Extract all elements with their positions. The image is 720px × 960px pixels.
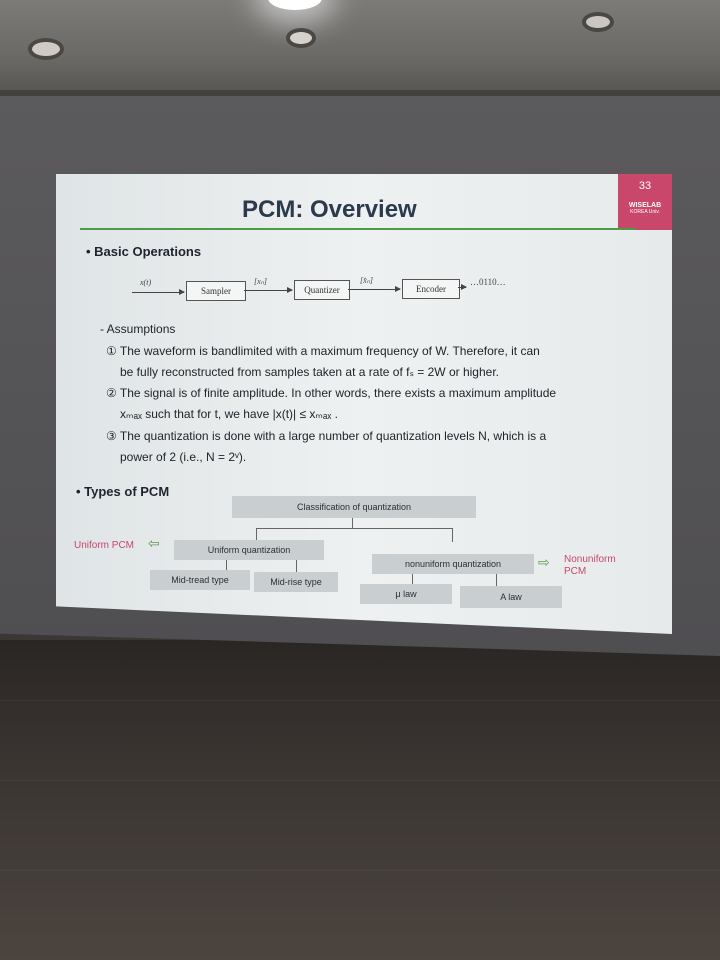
title-rule [80, 228, 636, 230]
output-bits-label: …0110… [470, 277, 506, 287]
arrow [244, 287, 293, 293]
floor [0, 640, 720, 960]
left-arrow-icon: ⇦ [148, 535, 160, 551]
arrow [132, 289, 185, 295]
slide-number: 33 [638, 180, 652, 192]
tree-line [496, 574, 497, 586]
tree-line [226, 560, 227, 570]
mid-rise-box: Mid-rise type [254, 572, 338, 592]
sampled-signal-label: [xₙ] [254, 277, 267, 286]
slide: 33 WISELAB KOREA Univ. PCM: Overview • B… [56, 174, 672, 634]
tree-line [452, 528, 453, 542]
right-arrow-icon: ⇨ [538, 554, 550, 570]
encoder-block: Encoder [402, 279, 460, 299]
tree-line [256, 528, 452, 529]
quantized-signal-label: [x̂ₙ] [360, 276, 373, 285]
types-of-pcm-heading: • Types of PCM [76, 484, 170, 499]
sampler-block: Sampler [186, 281, 246, 301]
assumption-line: be fully reconstructed from samples take… [120, 365, 499, 379]
uniform-pcm-label: Uniform PCM [74, 540, 135, 551]
assumption-line: ③ The quantization is done with a large … [106, 429, 547, 443]
lab-sub: KOREA Univ. [630, 209, 660, 215]
tree-line [296, 560, 297, 572]
uniform-quantization-box: Uniform quantization [174, 540, 324, 560]
assumption-line: ① The waveform is bandlimited with a max… [106, 344, 540, 358]
assumption-line: xₘₐₓ such that for t, we have |x(t)| ≤ x… [120, 407, 338, 421]
assumptions-heading: - Assumptions [100, 322, 176, 336]
lab-name: WISELAB [628, 202, 662, 209]
arrow [458, 284, 467, 290]
ceiling-light [28, 38, 64, 60]
ceiling-light [582, 12, 614, 32]
mid-tread-box: Mid-tread type [150, 570, 250, 590]
slide-number-badge: 33 WISELAB KOREA Univ. [618, 174, 672, 230]
classification-box: Classification of quantization [232, 496, 476, 518]
assumption-line: ② The signal is of finite amplitude. In … [106, 386, 557, 400]
ceiling-light [286, 28, 316, 48]
arrow [348, 286, 401, 292]
slide-title: PCM: Overview [242, 196, 417, 223]
tree-line [352, 518, 353, 528]
nonuniform-pcm-label: Nonuniform PCM [564, 554, 616, 577]
a-law-box: A law [460, 586, 562, 608]
input-signal-label: x(t) [140, 278, 152, 287]
nonuniform-quantization-box: nonuniform quantization [372, 554, 534, 574]
quantizer-block: Quantizer [294, 280, 350, 300]
tree-line [256, 528, 257, 540]
mu-law-box: μ law [360, 584, 452, 604]
basic-operations-heading: • Basic Operations [86, 244, 202, 259]
assumption-line: power of 2 (i.e., N = 2ᵛ). [120, 450, 247, 464]
tree-line [412, 574, 413, 584]
